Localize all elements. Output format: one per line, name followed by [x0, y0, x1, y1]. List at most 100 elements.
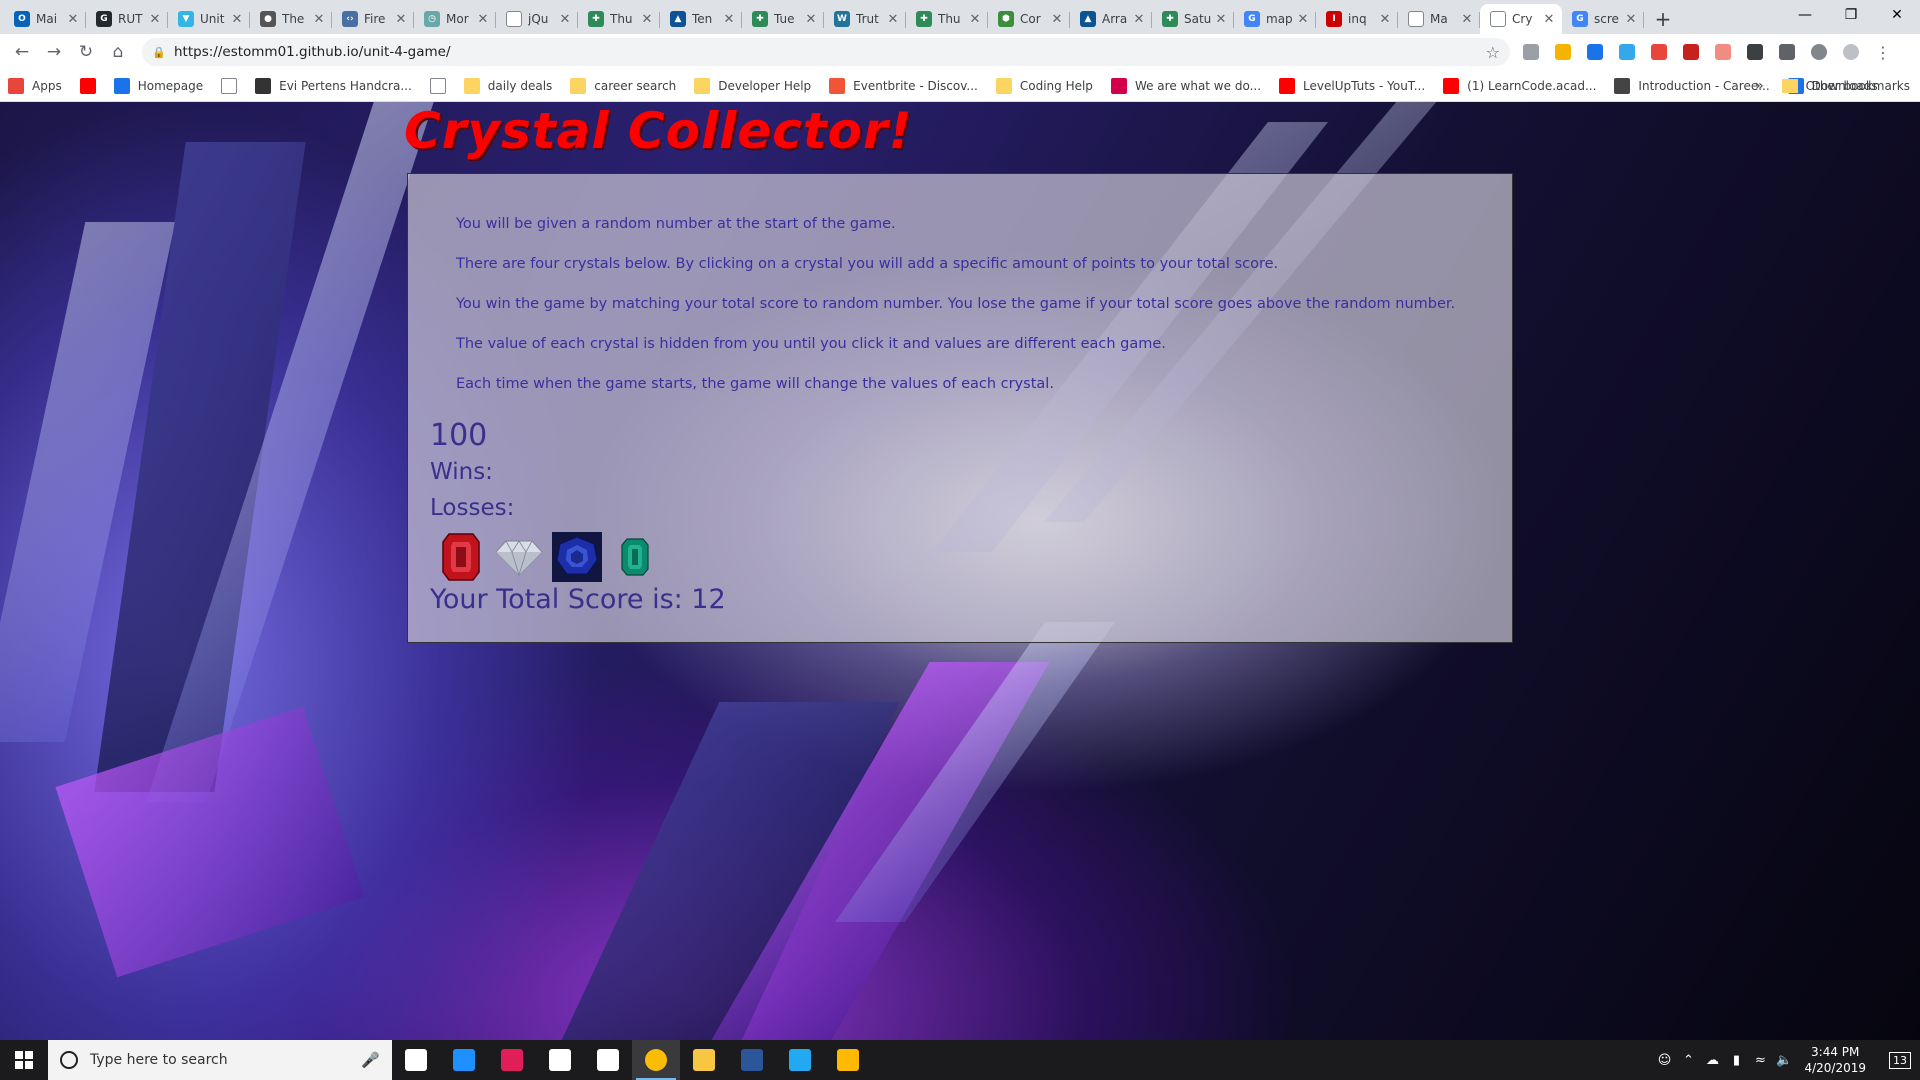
browser-tab[interactable]: ◷ Mor ✕ — [414, 4, 496, 34]
wifi-icon[interactable]: ≈ — [1748, 1053, 1772, 1068]
extension-icon[interactable] — [1518, 38, 1544, 66]
tab-close-icon[interactable]: ✕ — [148, 12, 162, 27]
tab-close-icon[interactable]: ✕ — [1296, 12, 1310, 27]
battery-icon[interactable]: ▮ — [1724, 1053, 1748, 1068]
vscode-taskbar-button[interactable] — [776, 1040, 824, 1080]
volume-icon[interactable]: 🔈 — [1772, 1053, 1796, 1068]
store-taskbar-button[interactable] — [536, 1040, 584, 1080]
browser-tab[interactable]: G RUT ✕ — [86, 4, 168, 34]
browser-tab[interactable]: ● The ✕ — [250, 4, 332, 34]
back-button[interactable]: ← — [6, 36, 38, 68]
browser-tab[interactable]: Iinq ✕ — [1316, 4, 1398, 34]
bookmark-item[interactable]: Homepage — [113, 77, 203, 94]
clock[interactable]: 3:44 PM 4/20/2019 — [1804, 1044, 1866, 1076]
tab-close-icon[interactable]: ✕ — [804, 12, 818, 27]
tab-close-icon[interactable]: ✕ — [886, 12, 900, 27]
bookmark-item[interactable] — [79, 77, 104, 94]
bookmark-item[interactable]: Eventbrite - Discov... — [829, 77, 978, 94]
tab-close-icon[interactable]: ✕ — [394, 12, 408, 27]
tab-close-icon[interactable]: ✕ — [1460, 12, 1474, 27]
tab-close-icon[interactable]: ✕ — [1624, 12, 1638, 27]
extension-icon[interactable] — [1678, 38, 1704, 66]
bookmark-item[interactable]: We are what we do... — [1110, 77, 1261, 94]
action-center-button[interactable]: 13 — [1880, 1040, 1920, 1080]
diamond-crystal-button[interactable] — [494, 532, 544, 582]
bookmark-item[interactable] — [429, 77, 454, 94]
browser-tab[interactable]: ‹› Fire ✕ — [332, 4, 414, 34]
mail-taskbar-button[interactable] — [584, 1040, 632, 1080]
people-icon[interactable]: ☺ — [1652, 1053, 1676, 1068]
browser-tab[interactable]: jQu ✕ — [496, 4, 578, 34]
paint-taskbar-button[interactable] — [824, 1040, 872, 1080]
browser-tab[interactable]: ✚ Satu ✕ — [1152, 4, 1234, 34]
browser-tab[interactable]: Gscre ✕ — [1562, 4, 1644, 34]
bookmark-star-icon[interactable]: ☆ — [1486, 43, 1500, 62]
chevron-up-icon[interactable]: ⌃ — [1676, 1053, 1700, 1068]
browser-tab[interactable]: ▲ Arra ✕ — [1070, 4, 1152, 34]
task-view-taskbar-button[interactable] — [392, 1040, 440, 1080]
browser-tab[interactable]: W Trut ✕ — [824, 4, 906, 34]
tab-close-icon[interactable]: ✕ — [312, 12, 326, 27]
bookmark-item[interactable]: Evi Pertens Handcra... — [255, 77, 412, 94]
extension-icon[interactable] — [1550, 38, 1576, 66]
bookmark-item[interactable]: (1) LearnCode.acad... — [1443, 77, 1596, 94]
edge-taskbar-button[interactable] — [440, 1040, 488, 1080]
extension-icon[interactable] — [1582, 38, 1608, 66]
bookmark-item[interactable] — [221, 77, 245, 94]
extension-icon[interactable] — [1742, 38, 1768, 66]
tab-close-icon[interactable]: ✕ — [640, 12, 654, 27]
browser-tab[interactable]: Ma ✕ — [1398, 4, 1480, 34]
tab-close-icon[interactable]: ✕ — [1542, 12, 1556, 27]
bookmark-item[interactable]: Developer Help — [694, 77, 811, 94]
sapphire-crystal-button[interactable] — [552, 532, 602, 582]
slack-taskbar-button[interactable] — [488, 1040, 536, 1080]
extension-icon[interactable] — [1710, 38, 1736, 66]
emerald-crystal-button[interactable] — [610, 532, 660, 582]
chrome-taskbar-button[interactable] — [632, 1040, 680, 1080]
browser-tab[interactable]: ▲ Ten ✕ — [660, 4, 742, 34]
extension-icon[interactable] — [1774, 38, 1800, 66]
url-text[interactable]: https://estomm01.github.io/unit-4-game/ — [174, 44, 1486, 60]
tab-close-icon[interactable]: ✕ — [1050, 12, 1064, 27]
file-explorer-taskbar-button[interactable] — [680, 1040, 728, 1080]
reload-button[interactable]: ↻ — [70, 36, 102, 68]
bookmarks-overflow-button[interactable]: » — [1755, 78, 1764, 94]
home-button[interactable]: ⌂ — [102, 36, 134, 68]
browser-tab[interactable]: Cry ✕ — [1480, 4, 1562, 34]
menu-icon[interactable]: ⋮ — [1870, 38, 1896, 66]
tab-close-icon[interactable]: ✕ — [968, 12, 982, 27]
start-button[interactable] — [0, 1040, 48, 1080]
close-window-button[interactable]: ✕ — [1874, 0, 1920, 30]
tab-close-icon[interactable]: ✕ — [476, 12, 490, 27]
bookmark-item[interactable]: Coding Help — [995, 77, 1093, 94]
microphone-icon[interactable]: 🎤 — [361, 1051, 380, 1069]
browser-tab[interactable]: O Mai ✕ — [4, 4, 86, 34]
browser-tab[interactable]: ▼ Unit ✕ — [168, 4, 250, 34]
tab-close-icon[interactable]: ✕ — [1132, 12, 1146, 27]
bookmark-item[interactable]: LevelUpTuts - YouT... — [1279, 77, 1425, 94]
taskbar-search[interactable]: Type here to search 🎤 — [48, 1040, 392, 1080]
browser-tab[interactable]: ✚ Tue ✕ — [742, 4, 824, 34]
maximize-button[interactable]: ❐ — [1828, 0, 1874, 30]
browser-tab[interactable]: ✚ Thu ✕ — [906, 4, 988, 34]
tab-close-icon[interactable]: ✕ — [230, 12, 244, 27]
bookmark-item[interactable]: daily deals — [463, 77, 552, 94]
forward-button[interactable]: → — [38, 36, 70, 68]
tab-close-icon[interactable]: ✕ — [66, 12, 80, 27]
bookmark-item[interactable]: Introduction - Caree... — [1614, 77, 1770, 94]
other-bookmarks-button[interactable]: Other bookmarks — [1806, 79, 1910, 93]
extension-icon[interactable] — [1806, 38, 1832, 66]
profile-avatar[interactable] — [1838, 38, 1864, 66]
new-tab-button[interactable]: + — [1648, 4, 1678, 34]
address-bar[interactable]: 🔒 https://estomm01.github.io/unit-4-game… — [142, 38, 1510, 66]
extension-icon[interactable] — [1646, 38, 1672, 66]
browser-tab[interactable]: ⬢ Cor ✕ — [988, 4, 1070, 34]
browser-tab[interactable]: Gmap ✕ — [1234, 4, 1316, 34]
bookmark-item[interactable]: Apps — [8, 77, 62, 94]
minimize-button[interactable]: — — [1782, 0, 1828, 30]
tab-close-icon[interactable]: ✕ — [722, 12, 736, 27]
extension-icon[interactable] — [1614, 38, 1640, 66]
word-taskbar-button[interactable] — [728, 1040, 776, 1080]
bookmark-item[interactable]: career search — [570, 77, 676, 94]
tab-close-icon[interactable]: ✕ — [558, 12, 572, 27]
